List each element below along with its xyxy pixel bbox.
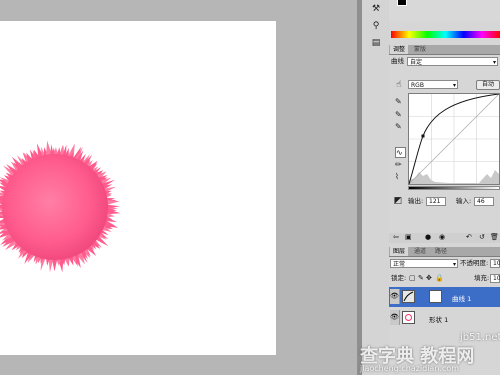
visibility-icon[interactable]: ◉ <box>439 233 445 241</box>
curve-edit-icon[interactable]: ∿ <box>395 147 406 158</box>
document-canvas[interactable] <box>0 21 276 355</box>
curves-icon <box>403 291 414 302</box>
color-spectrum-bar[interactable] <box>391 31 500 38</box>
eye-icon[interactable]: 👁 <box>390 310 400 325</box>
input-gradient-bar <box>408 186 500 190</box>
chevron-down-icon: ▾ <box>492 59 496 66</box>
tab-paths[interactable]: 路径 <box>432 247 450 256</box>
layers-tab-row: 图层 通道 路径 <box>389 247 500 257</box>
tab-channels[interactable]: 通道 <box>411 247 429 256</box>
tab-adjustments[interactable]: 调整 <box>390 45 409 54</box>
blend-mode-select[interactable]: 正常 ▾ <box>390 259 458 268</box>
auto-button[interactable]: 自动 <box>476 80 500 90</box>
layer-thumbnail <box>402 311 415 324</box>
clone-source-icon[interactable]: ⚲ <box>370 21 382 31</box>
black-eyedropper-icon[interactable]: ✎ <box>395 97 404 106</box>
input-label: 输入: <box>456 197 472 205</box>
blend-mode-value: 正常 <box>393 261 406 268</box>
shape-thumbnail-icon <box>405 314 412 321</box>
channel-value: RGB <box>411 82 424 89</box>
chevron-down-icon: ▾ <box>452 82 456 89</box>
preset-value: 自定 <box>410 59 423 66</box>
curves-graph-svg <box>408 93 500 185</box>
chevron-down-icon: ▾ <box>452 261 456 268</box>
tab-masks[interactable]: 蒙版 <box>411 45 429 54</box>
document-canvas-area[interactable] <box>0 0 362 375</box>
white-eyedropper-icon[interactable]: ✎ <box>395 122 404 131</box>
reset-icon[interactable]: ↺ <box>479 233 485 241</box>
opacity-field[interactable]: 100 <box>490 259 500 268</box>
layer-row-shape[interactable]: 👁 形状 1 <box>389 308 500 328</box>
lock-all-icon[interactable]: 🔒 <box>435 274 444 282</box>
trash-icon[interactable]: 🗑 <box>490 233 499 241</box>
layer-name[interactable]: 曲线 1 <box>452 293 471 303</box>
preset-select[interactable]: 自定 ▾ <box>407 57 498 66</box>
previous-state-icon[interactable]: ↶ <box>466 233 472 241</box>
fill-field[interactable]: 100 <box>490 274 500 283</box>
curve-point[interactable] <box>421 134 425 138</box>
color-swatch-area <box>389 0 500 22</box>
output-field[interactable]: 121 <box>426 197 446 206</box>
ball-body <box>2 154 108 260</box>
clipping-icon[interactable]: ◩ <box>392 196 404 206</box>
channel-select[interactable]: RGB ▾ <box>408 80 458 89</box>
targeted-adjustment-icon[interactable]: ☝ <box>393 80 405 90</box>
fill-label: 填充: <box>474 274 490 282</box>
lock-transparency-icon[interactable]: ▢ <box>409 274 416 282</box>
smooth-icon[interactable]: ⌇ <box>395 172 404 181</box>
adjustment-buttons-row: ⇦ ▣ ● ◉ ↶ ↺ 🗑 <box>389 233 500 243</box>
output-label: 输出: <box>408 197 424 205</box>
tab-layers[interactable]: 图层 <box>390 247 409 256</box>
input-field[interactable]: 46 <box>474 197 494 206</box>
adjustments-tab-row: 调整 蒙版 <box>389 45 500 55</box>
layer-comps-icon[interactable]: ▤ <box>370 38 382 48</box>
curves-graph[interactable] <box>408 93 500 185</box>
right-panel: 调整 蒙版 曲线 自定 ▾ ☝ RGB ▾ 自动 ✎ ✎ ✎ ∿ ✏ ⌇ ◩ 输… <box>389 0 500 375</box>
foreground-color-swatch[interactable] <box>397 0 407 6</box>
adjustment-thumbnail <box>402 290 415 303</box>
layer-mask-thumbnail <box>429 290 442 303</box>
back-arrow-icon[interactable]: ⇦ <box>393 233 399 241</box>
pink-fluffy-ball <box>0 140 121 273</box>
curves-label: 曲线 <box>391 57 404 65</box>
lock-label: 锁定: <box>391 274 407 282</box>
layer-row-curves[interactable]: 👁 曲线 1 <box>389 287 500 307</box>
eye-icon[interactable]: 👁 <box>390 289 400 304</box>
panel-view-icon[interactable]: ▣ <box>405 233 412 241</box>
panel-icon-strip: ⚒ ⚲ ▤ <box>362 0 390 375</box>
lock-pixels-icon[interactable]: ✎ <box>418 274 424 282</box>
opacity-label: 不透明度: <box>460 259 489 267</box>
pencil-icon[interactable]: ✏ <box>395 160 404 169</box>
gray-eyedropper-icon[interactable]: ✎ <box>395 110 404 119</box>
clip-to-layer-icon[interactable]: ● <box>425 233 431 241</box>
layer-name[interactable]: 形状 1 <box>429 314 448 324</box>
tools-icon[interactable]: ⚒ <box>370 4 382 14</box>
lock-position-icon[interactable]: ✥ <box>426 274 432 282</box>
